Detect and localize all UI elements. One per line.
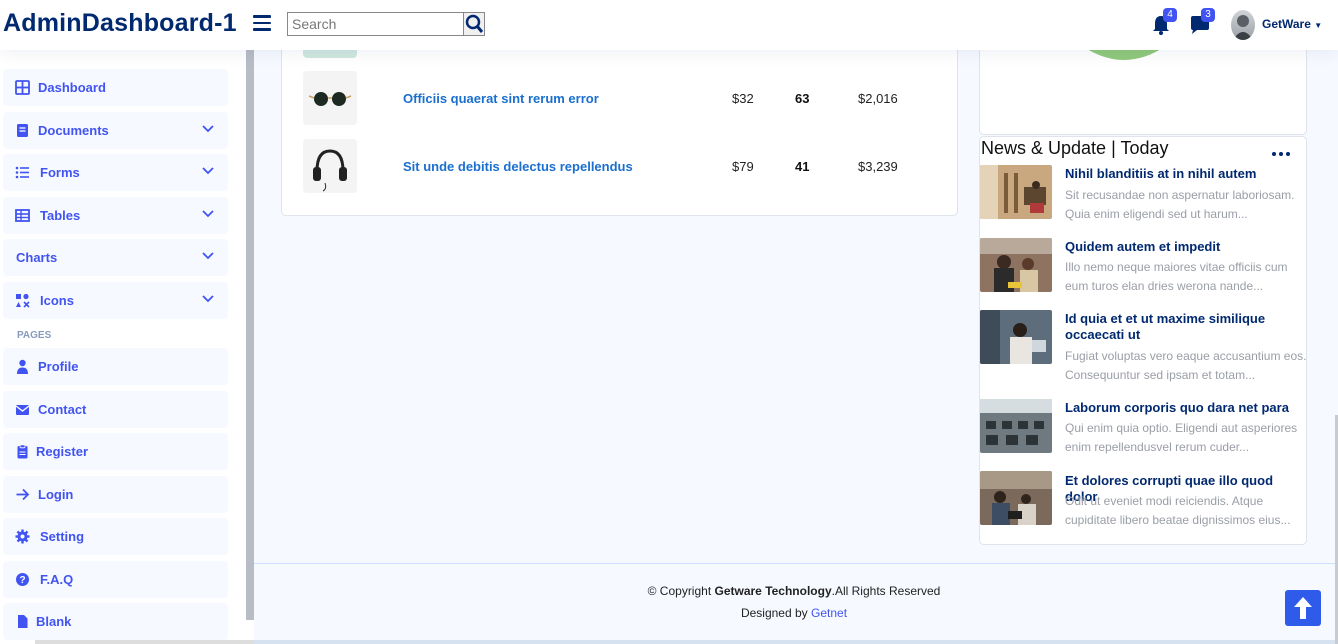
pages-heading: PAGES — [17, 330, 52, 341]
designer-link[interactable]: Getnet — [811, 606, 847, 620]
chevron-down-icon — [202, 210, 214, 218]
sidebar-item-forms[interactable]: Forms — [3, 154, 228, 191]
company-name: Getware Technology — [714, 584, 832, 598]
sidebar-item-label: Dashboard — [38, 80, 106, 95]
chevron-down-icon — [202, 295, 214, 303]
product-image[interactable] — [303, 71, 357, 125]
messages-badge: 3 — [1201, 8, 1215, 22]
sidebar-item-label: Forms — [40, 165, 80, 180]
news-excerpt: Fugiat voluptas vero eaque accusantium e… — [1065, 349, 1307, 382]
arrow-up-icon — [1294, 597, 1312, 619]
menu-toggle-icon[interactable] — [253, 15, 271, 31]
envelope-icon — [15, 405, 30, 415]
sidebar-item-label: Documents — [38, 123, 109, 138]
news-card-title: News & Update | Today — [981, 138, 1169, 159]
news-period: Today — [1120, 138, 1169, 158]
sidebar-item-label: Register — [36, 444, 89, 459]
news-thumbnail — [980, 471, 1052, 525]
news-headline[interactable]: Laborum corporis quo dara net para — [1065, 400, 1305, 416]
title-separator: | — [1111, 138, 1116, 158]
product-sold: 41 — [795, 159, 810, 174]
sidebar-item-profile[interactable]: Profile — [3, 348, 228, 385]
news-excerpt: Odit ut eveniet modi reiciendis. Atque c… — [1065, 494, 1291, 527]
designed-prefix: Designed by — [740, 606, 811, 620]
chevron-down-icon — [202, 252, 214, 260]
news-headline[interactable]: Id quia et et ut maxime similique occaec… — [1065, 311, 1305, 343]
news-headline[interactable]: Nihil blanditiis at in nihil autem — [1065, 166, 1305, 182]
news-title-text: News & Update — [981, 138, 1107, 158]
footer-copyright: © Copyright Getware Technology.All Right… — [0, 584, 1338, 598]
sidebar-item-label: Profile — [38, 359, 79, 374]
back-to-top-button[interactable] — [1285, 590, 1321, 626]
sidebar-item-label: Icons — [40, 293, 74, 308]
news-thumbnail — [980, 399, 1052, 453]
top-header: AdminDashboard-1 4 3 GetWare ▼ — [0, 0, 1338, 50]
sidebar-item-setting[interactable]: Setting — [3, 518, 228, 555]
news-excerpt: Sit recusandae non aspernatur laboriosam… — [1065, 188, 1295, 221]
sidebar-item-register[interactable]: Register — [3, 433, 228, 470]
footer-credits: Designed by Getnet — [0, 606, 1338, 620]
caret-down-icon: ▼ — [1314, 21, 1323, 30]
more-options-icon[interactable] — [1271, 150, 1291, 158]
sidebar-item-tables[interactable]: Tables — [3, 197, 228, 234]
news-excerpt: Illo nemo neque maiores vitae officiis c… — [1065, 260, 1288, 293]
news-thumbnail — [980, 165, 1052, 219]
sidebar-item-label: Contact — [38, 402, 87, 417]
horizontal-scrollbar[interactable] — [35, 640, 254, 644]
search-button[interactable] — [463, 12, 485, 36]
product-revenue: $3,239 — [858, 159, 898, 174]
sidebar-item-label: Tables — [40, 208, 81, 223]
sidebar-item-documents[interactable]: Documents — [3, 112, 228, 149]
sidebar-item-icons[interactable]: Icons — [3, 282, 228, 319]
user-name: GetWare — [1262, 17, 1311, 31]
search-input[interactable] — [287, 12, 464, 36]
product-name-link[interactable]: Officiis quaerat sint rerum error — [403, 91, 599, 106]
chevron-down-icon — [202, 125, 214, 133]
icons-icon — [16, 293, 30, 308]
news-headline[interactable]: Quidem autem et impedit — [1065, 239, 1305, 255]
grid-icon — [15, 80, 30, 95]
sunglasses-icon — [303, 71, 357, 125]
copyright-suffix: .All Rights Reserved — [831, 584, 941, 598]
copyright-prefix: © Copyright — [647, 584, 715, 598]
user-menu[interactable]: GetWare ▼ — [1262, 17, 1322, 31]
list-icon — [15, 166, 29, 179]
avatar[interactable] — [1231, 10, 1255, 40]
news-excerpt: Qui enim quia optio. Eligendi aut asperi… — [1065, 421, 1298, 454]
chevron-down-icon — [202, 167, 214, 175]
sidebar-item-charts[interactable]: Charts — [3, 239, 228, 276]
footer-divider — [254, 563, 1335, 564]
document-icon — [17, 124, 28, 137]
product-price: $32 — [732, 91, 754, 106]
news-thumbnail — [980, 238, 1052, 292]
messages-button[interactable]: 3 — [1189, 8, 1215, 36]
arrow-right-icon — [16, 488, 30, 501]
product-price: $79 — [732, 159, 754, 174]
product-image[interactable] — [303, 139, 357, 193]
product-revenue: $2,016 — [858, 91, 898, 106]
sidebar-item-label: Charts — [16, 250, 58, 265]
notifications-button[interactable]: 4 — [1151, 8, 1177, 36]
top-selling-card: Officiis quaerat sint rerum error $32 63… — [281, 28, 958, 216]
sidebar-item-label: Login — [38, 487, 74, 502]
chart-card — [979, 40, 1307, 135]
sidebar-item-label: Setting — [40, 529, 85, 544]
sidebar-scrollbar[interactable] — [246, 50, 254, 620]
news-thumbnail — [980, 310, 1052, 364]
sidebar-item-contact[interactable]: Contact — [3, 391, 228, 428]
product-name-link[interactable]: Sit unde debitis delectus repellendus — [403, 159, 633, 174]
gear-icon — [15, 529, 30, 544]
product-sold: 63 — [795, 91, 810, 106]
person-icon — [17, 359, 28, 374]
sidebar-item-login[interactable]: Login — [3, 476, 228, 513]
app-logo[interactable]: AdminDashboard-1 — [3, 9, 237, 38]
notifications-badge: 4 — [1163, 8, 1177, 22]
search-icon — [465, 14, 484, 33]
headphones-icon — [303, 139, 357, 193]
sidebar-item-dashboard[interactable]: Dashboard — [3, 69, 228, 106]
sidebar: Dashboard Documents Forms Tables Charts … — [0, 50, 254, 644]
bottom-strip — [254, 640, 1335, 644]
table-icon — [15, 209, 30, 222]
clipboard-icon — [17, 444, 28, 459]
